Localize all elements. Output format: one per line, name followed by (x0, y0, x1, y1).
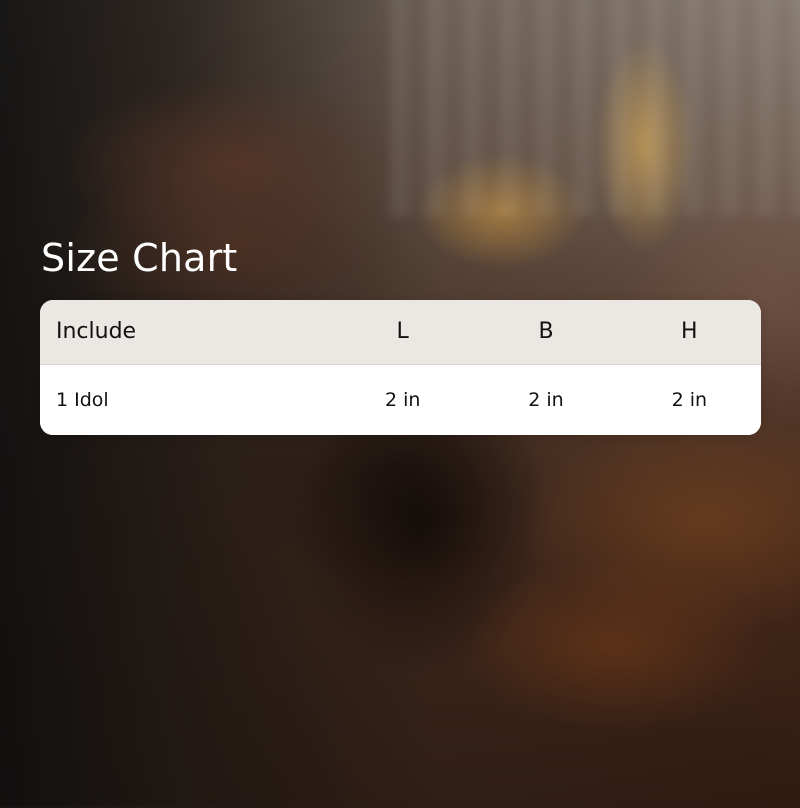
cell-breadth: 2 in (474, 363, 618, 435)
table-header: Include L B H (40, 300, 761, 364)
header-length: L (396, 319, 409, 345)
table-row: 1 Idol 2 in 2 in 2 in (40, 363, 761, 435)
header-breadth: B (538, 319, 554, 345)
header-include: Include (56, 319, 137, 345)
cell-length: 2 in (331, 363, 475, 435)
header-height: H (681, 319, 698, 345)
header-row: Include L B H (40, 300, 761, 364)
cell-include: 1 Idol (40, 363, 331, 435)
size-chart-card: Include L B H 1 Idol 2 in 2 in 2 in (40, 300, 761, 435)
page-title: Size Chart (41, 236, 238, 280)
size-chart-table: Include L B H 1 Idol 2 in 2 in 2 in (40, 300, 761, 435)
table-body: 1 Idol 2 in 2 in 2 in (40, 363, 761, 435)
cell-height: 2 in (617, 363, 761, 435)
